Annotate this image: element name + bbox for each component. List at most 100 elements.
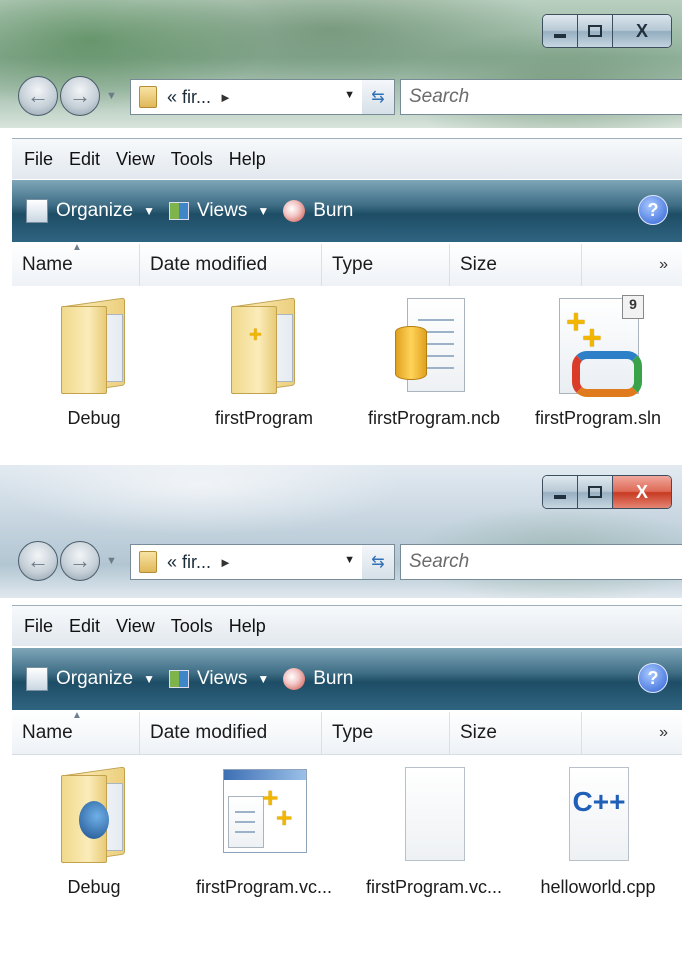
column-size-label: Size [460,254,497,275]
organize-button[interactable]: Organize ▼ [26,199,155,223]
vc-project-icon: + + [219,761,309,871]
minimize-button[interactable] [543,476,578,508]
menu-tools[interactable]: Tools [171,616,213,637]
address-path[interactable]: « fir... [167,87,211,108]
chevron-down-icon: ▼ [257,672,270,686]
minimize-icon [554,495,566,499]
burn-button[interactable]: Burn [283,668,353,690]
close-icon: X [635,20,648,41]
refresh-icon: ⇆ [371,89,385,106]
sort-ascending-icon: ▲ [72,242,82,253]
search-input[interactable]: Search [409,551,469,573]
menu-tools[interactable]: Tools [171,149,213,170]
maximize-button[interactable] [578,15,613,47]
sort-ascending-icon: ▲ [72,710,82,721]
file-item-label: firstProgram.vc... [195,877,333,897]
forward-button[interactable]: → [60,541,100,581]
back-arrow-icon: ← [27,548,49,573]
file-item-label: firstProgram [214,408,313,428]
maximize-button[interactable] [578,476,613,508]
column-type[interactable]: Type [322,244,450,286]
help-icon: ? [647,667,659,688]
file-item-vcproj-user[interactable]: firstProgram.vc... [354,761,514,898]
address-dropdown-icon[interactable]: ▼ [344,554,355,566]
file-item-vcproj[interactable]: + + firstProgram.vc... [184,761,344,898]
organize-icon [26,199,48,223]
recent-pages-dropdown[interactable]: ▼ [106,90,117,102]
cpp-badge: C++ [572,786,626,817]
column-date-label: Date modified [150,254,268,275]
help-button[interactable]: ? [638,195,668,225]
address-path[interactable]: « fir... [167,552,211,573]
views-button[interactable]: Views ▼ [169,200,269,222]
forward-button[interactable]: → [60,76,100,116]
column-name[interactable]: ▲ Name [12,242,140,286]
file-item-ncb[interactable]: firstProgram.ncb [354,292,514,429]
menu-help[interactable]: Help [229,149,266,170]
column-date-modified[interactable]: Date modified [140,712,322,754]
file-item-label: firstProgram.vc... [365,877,503,897]
menu-view[interactable]: View [116,616,155,637]
column-size[interactable]: Size [450,712,582,754]
database-file-icon [389,292,479,402]
more-columns-button[interactable]: » [582,244,682,286]
burn-button[interactable]: Burn [283,200,353,222]
search-input[interactable]: Search [409,86,469,108]
views-label: Views [197,200,248,221]
column-date-label: Date modified [150,722,268,743]
help-button[interactable]: ? [638,663,668,693]
close-icon: X [635,481,648,502]
column-name[interactable]: ▲ Name [12,710,140,754]
menu-file[interactable]: File [24,616,53,637]
column-size[interactable]: Size [450,244,582,286]
menu-edit[interactable]: Edit [69,616,100,637]
menu-view[interactable]: View [116,149,155,170]
chevron-down-icon: ▼ [257,204,270,218]
back-button[interactable]: ← [18,541,58,581]
chevron-down-icon: ▼ [143,204,155,218]
address-bar[interactable]: « fir... ► ▼ [130,79,364,115]
column-type[interactable]: Type [322,712,450,754]
help-icon: ? [647,199,659,220]
more-columns-icon: » [659,256,668,273]
file-item-debug[interactable]: Debug [14,292,174,429]
organize-button[interactable]: Organize ▼ [26,667,155,691]
menu-bar: File Edit View Tools Help [12,138,682,179]
burn-disc-icon [283,200,306,222]
close-button[interactable]: X [613,476,671,508]
refresh-button[interactable]: ⇆ [362,544,395,580]
menu-file[interactable]: File [24,149,53,170]
command-bar: Organize ▼ Views ▼ Burn ? [12,180,682,242]
chevron-down-icon: ▼ [143,672,155,686]
more-columns-button[interactable]: » [582,712,682,754]
file-item-label: firstProgram.ncb [367,408,501,428]
search-box[interactable]: Search [400,79,682,115]
views-button[interactable]: Views ▼ [169,668,269,690]
views-icon [169,670,189,688]
menu-help[interactable]: Help [229,616,266,637]
breadcrumb-chevron-icon[interactable]: ► [219,90,232,105]
navigation-bar: ← → ▼ « fir... ► ▼ ⇆ Search [0,76,682,120]
file-item-cpp[interactable]: C++ helloworld.cpp [518,761,678,898]
address-dropdown-icon[interactable]: ▼ [344,89,355,101]
refresh-button[interactable]: ⇆ [362,79,395,115]
minimize-button[interactable] [543,15,578,47]
breadcrumb-chevron-icon[interactable]: ► [219,555,232,570]
search-box[interactable]: Search [400,544,682,580]
address-bar[interactable]: « fir... ► ▼ [130,544,364,580]
column-date-modified[interactable]: Date modified [140,244,322,286]
back-button[interactable]: ← [18,76,58,116]
column-size-label: Size [460,722,497,743]
organize-label: Organize [56,200,134,221]
caption-buttons: X [542,14,672,48]
file-item-debug[interactable]: Debug [14,761,174,898]
close-button[interactable]: X [613,15,671,47]
menu-edit[interactable]: Edit [69,149,100,170]
menu-bar: File Edit View Tools Help [12,605,682,646]
folder-icon [49,292,139,402]
command-bar: Organize ▼ Views ▼ Burn ? [12,648,682,710]
file-item-sln[interactable]: 9 + + firstProgram.sln [518,292,678,429]
file-item-firstprogram[interactable]: + firstProgram [184,292,344,429]
burn-label: Burn [313,200,354,221]
recent-pages-dropdown[interactable]: ▼ [106,555,117,567]
